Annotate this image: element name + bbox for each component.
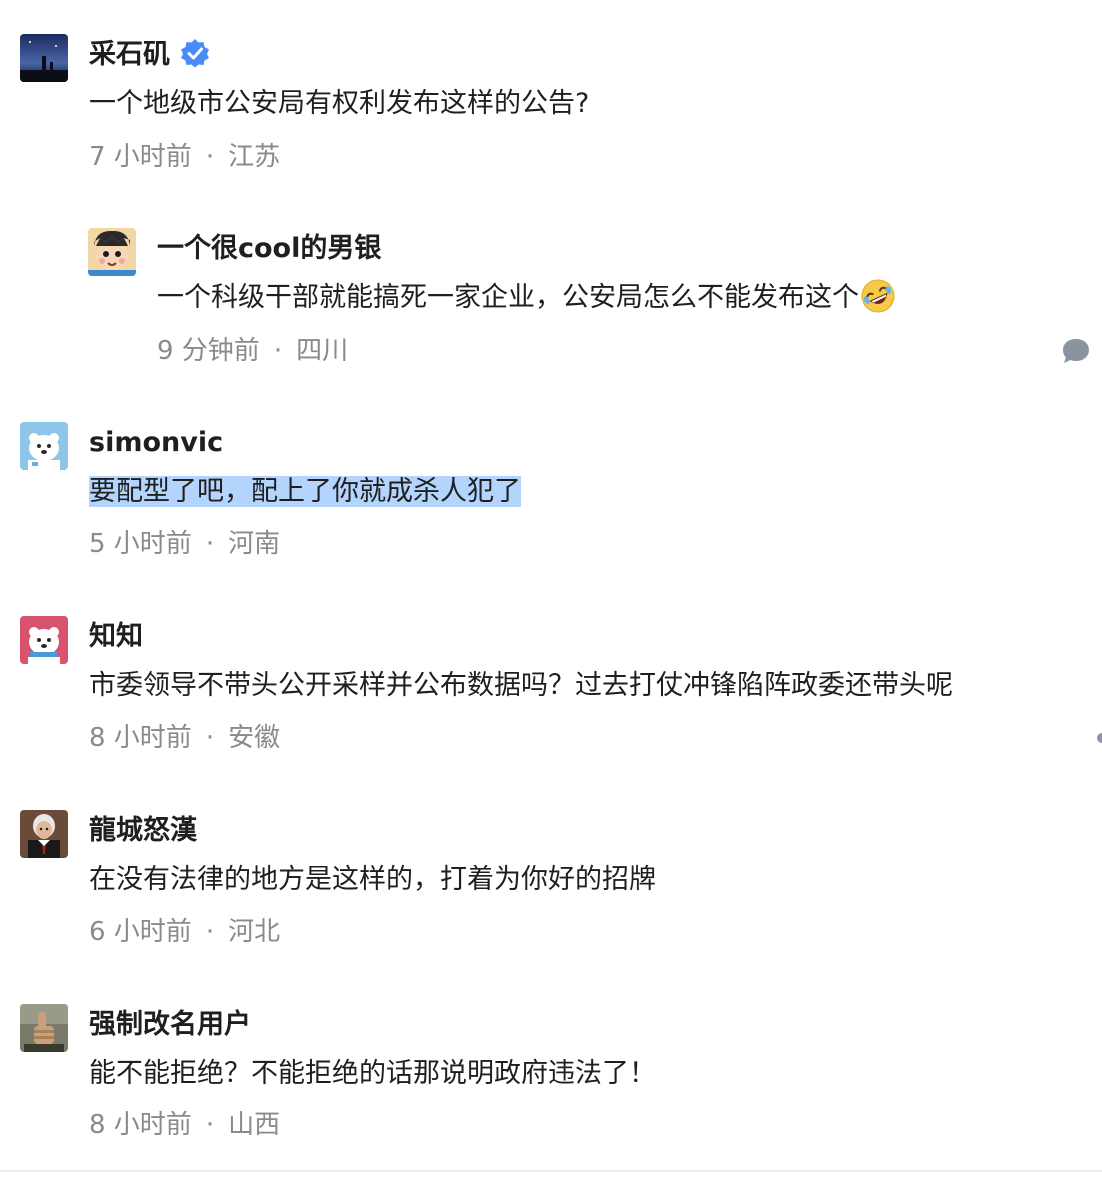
comment-text: 在没有法律的地方是这样的，打着为你好的招牌: [89, 864, 656, 895]
avatar[interactable]: [20, 1004, 68, 1052]
reply-time: 9 分钟前: [157, 336, 260, 366]
reply-location: 四川: [296, 336, 349, 366]
comment-location: 安徽: [228, 723, 281, 753]
comment-text: 能不能拒绝？不能拒绝的话那说明政府违法了！: [89, 1058, 656, 1089]
comment-location: 河南: [228, 529, 281, 559]
scrollbar-edge[interactable]: [1096, 728, 1102, 748]
comment-author[interactable]: 强制改名用户: [89, 1008, 251, 1042]
avatar[interactable]: [20, 810, 68, 858]
comment-author[interactable]: 采石矶: [89, 38, 210, 72]
avatar[interactable]: [20, 616, 68, 664]
meta-separator: ·: [205, 529, 215, 559]
comment-time: 8 小时前: [89, 723, 192, 753]
meta-separator: ·: [273, 336, 283, 366]
rolling-on-floor-laughing-emoji: [859, 277, 897, 315]
comment-location: 山西: [228, 1110, 281, 1140]
comment-text: 要配型了吧，配上了你就成杀人犯了: [89, 472, 521, 512]
comment-meta: 8 小时前 · 山西: [89, 1108, 280, 1142]
comment-meta: 5 小时前 · 河南: [89, 527, 280, 561]
comment-text: 一个地级市公安局有权利发布这样的公告?: [89, 88, 590, 119]
meta-separator: ·: [205, 142, 215, 172]
author-name[interactable]: 采石矶: [89, 39, 170, 70]
comment-meta: 6 小时前 · 河北: [89, 915, 280, 949]
comment-author[interactable]: 龍城怒漢: [89, 814, 197, 848]
reply-author[interactable]: 一个很cool的男银: [157, 232, 381, 266]
verified-badge-icon: [180, 38, 210, 68]
comment-location: 河北: [228, 917, 281, 947]
avatar[interactable]: [20, 422, 68, 470]
comment-time: 8 小时前: [89, 1110, 192, 1140]
avatar[interactable]: [20, 34, 68, 82]
comment-bubble-icon[interactable]: [1061, 337, 1091, 365]
comment-time: 6 小时前: [89, 917, 192, 947]
comment-meta: 8 小时前 · 安徽: [89, 721, 280, 755]
reply-text: 一个科级干部就能搞死一家企业，公安局怎么不能发布这个: [157, 278, 897, 318]
comment-meta: 7 小时前 · 江苏: [89, 140, 280, 174]
comment-author[interactable]: simonvic: [89, 426, 223, 460]
reply-meta: 9 分钟前 · 四川: [157, 334, 348, 368]
meta-separator: ·: [205, 917, 215, 947]
comment-location: 江苏: [228, 142, 281, 172]
comment-time: 5 小时前: [89, 529, 192, 559]
avatar[interactable]: [88, 228, 136, 276]
meta-separator: ·: [205, 1110, 215, 1140]
selected-text: 要配型了吧，配上了你就成杀人犯了: [89, 476, 521, 507]
comment-time: 7 小时前: [89, 142, 192, 172]
reply-text-content: 一个科级干部就能搞死一家企业，公安局怎么不能发布这个: [157, 282, 859, 313]
divider: [0, 1170, 1102, 1172]
comment-text: 市委领导不带头公开采样并公布数据吗？过去打仗冲锋陷阵政委还带头呢: [89, 670, 953, 701]
comment-author[interactable]: 知知: [89, 620, 143, 654]
meta-separator: ·: [205, 723, 215, 753]
